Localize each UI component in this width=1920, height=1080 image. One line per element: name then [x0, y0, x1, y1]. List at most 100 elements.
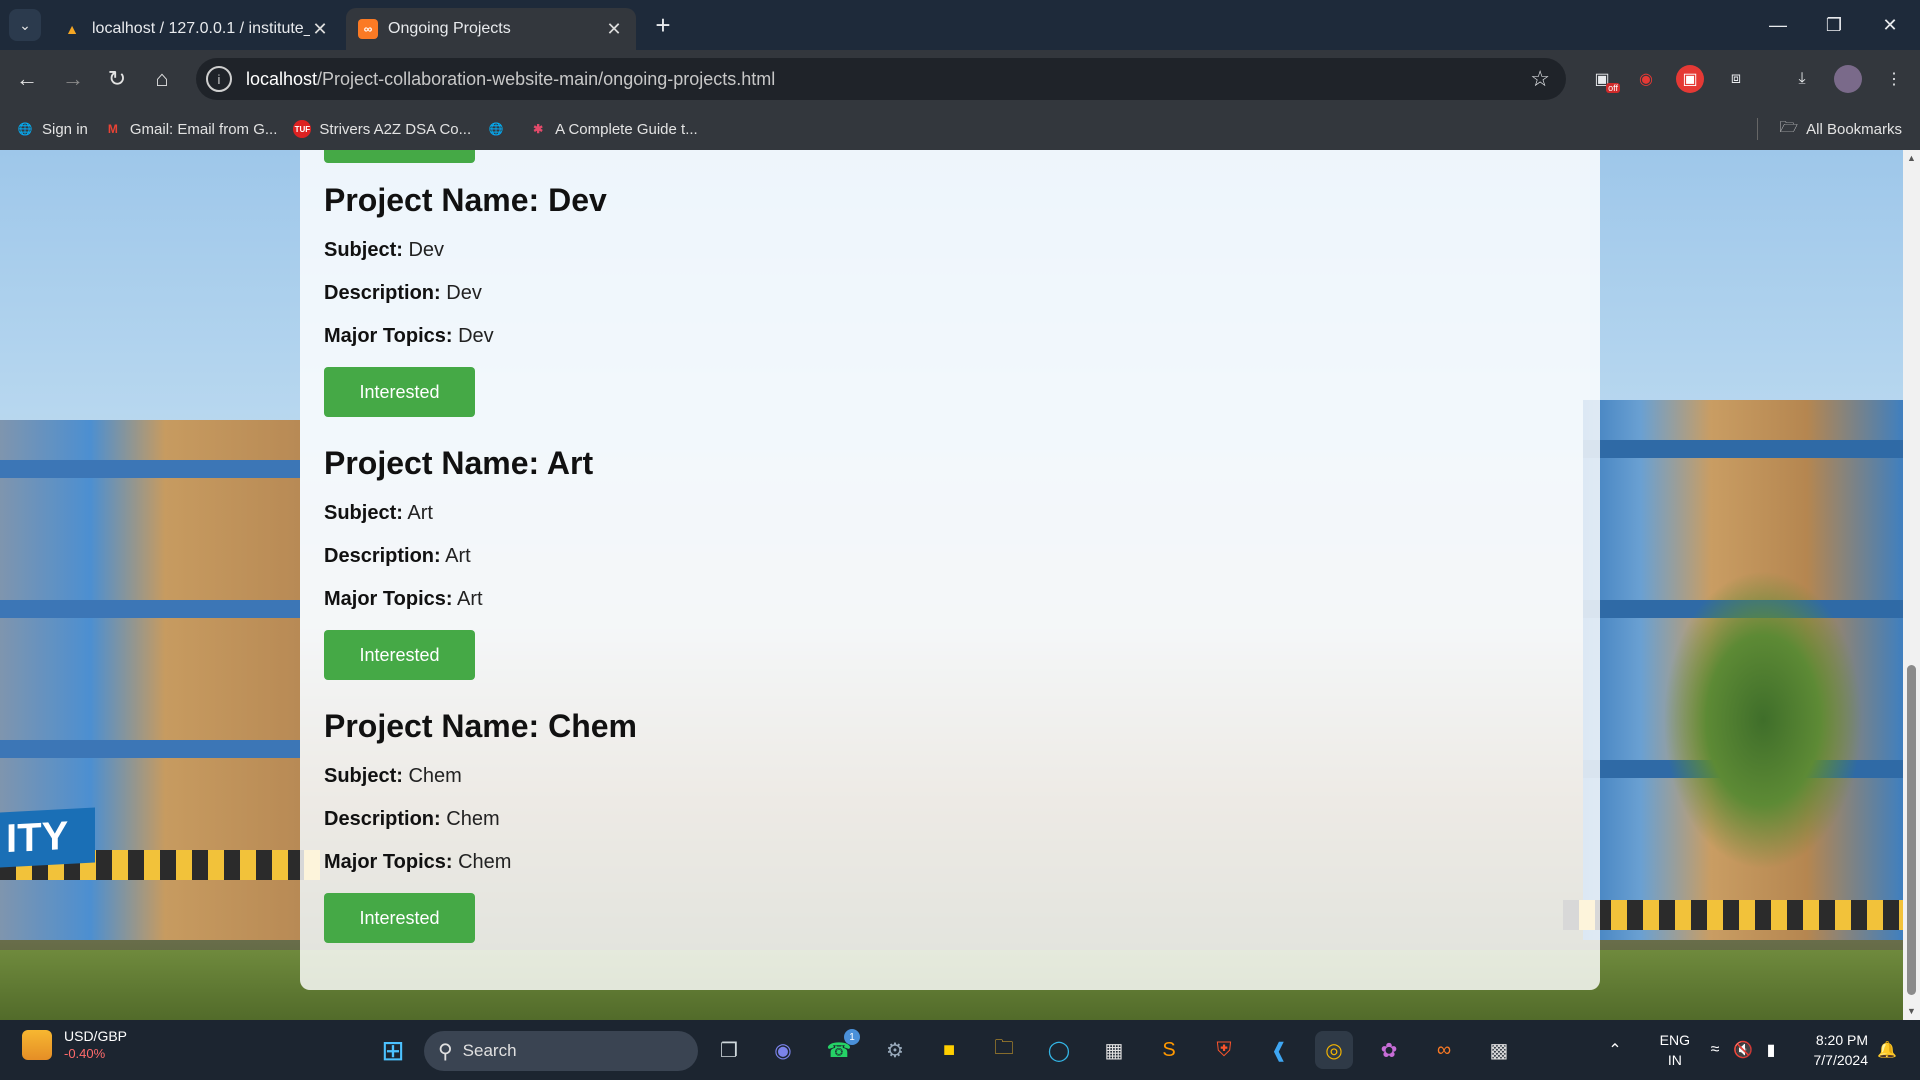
- bookmark-sign-in[interactable]: 🌐 Sign in: [16, 120, 88, 138]
- edge-browser-icon[interactable]: ◯: [1040, 1031, 1078, 1069]
- project-name: Project Name: Chem: [324, 708, 637, 744]
- browser-toolbar: ← → ↻ ⌂ i localhost/Project-collaboratio…: [0, 50, 1920, 108]
- task-view-icon[interactable]: ❐: [710, 1031, 748, 1069]
- page-scrollbar[interactable]: ▲ ▼: [1903, 150, 1920, 1020]
- extension-off-icon[interactable]: off ▣: [1588, 65, 1620, 93]
- notification-badge: 1: [844, 1029, 860, 1045]
- windows-start-icon[interactable]: ⊞: [374, 1031, 412, 1069]
- interested-button[interactable]: Interested: [324, 367, 475, 417]
- extensions-puzzle-icon[interactable]: ⧈: [1722, 65, 1750, 93]
- search-label: Search: [462, 1041, 517, 1060]
- whatsapp-icon[interactable]: ☎ 1: [820, 1029, 860, 1069]
- sublime-text-icon[interactable]: S: [1150, 1031, 1188, 1069]
- bookmark-label: Sign in: [42, 120, 88, 138]
- bookmarks-divider: [1757, 118, 1758, 140]
- stock-ticker-widget[interactable]: USD/GBP -0.40%: [22, 1028, 127, 1061]
- project-major-topics: Major Topics: Art: [324, 588, 483, 610]
- minimize-button[interactable]: —: [1750, 0, 1806, 50]
- forward-arrow-icon[interactable]: →: [58, 64, 88, 94]
- bookmark-strivers[interactable]: TUF Strivers A2Z DSA Co...: [293, 120, 471, 138]
- gmail-icon: M: [107, 122, 118, 136]
- project-card: Project Name: Chem Subject: Chem Descrip…: [324, 706, 637, 943]
- copilot-icon[interactable]: ✿: [1370, 1031, 1408, 1069]
- scroll-down-arrow-icon[interactable]: ▼: [1903, 1003, 1920, 1020]
- project-description: Description: Art: [324, 545, 471, 567]
- sticky-notes-icon[interactable]: ■: [930, 1031, 968, 1069]
- volume-muted-icon[interactable]: 🔇: [1728, 1031, 1758, 1069]
- project-description: Description: Chem: [324, 808, 500, 830]
- vscode-icon[interactable]: ❰: [1260, 1031, 1298, 1069]
- close-icon[interactable]: ✕: [310, 19, 330, 40]
- globe-icon: 🌐: [488, 122, 504, 136]
- restore-button[interactable]: ❐: [1806, 0, 1862, 50]
- all-bookmarks-button[interactable]: 🗁 All Bookmarks: [1780, 117, 1902, 142]
- notification-bell-icon[interactable]: 🔔: [1872, 1031, 1902, 1069]
- browser-tab-bar: ⌄ ▲ localhost / 127.0.0.1 / institute_ ✕…: [0, 0, 1920, 50]
- bookmark-label: Gmail: Email from G...: [129, 120, 278, 138]
- project-subject: Subject: Art: [324, 502, 433, 524]
- reload-icon[interactable]: ↻: [102, 64, 132, 94]
- project-subject: Subject: Dev: [324, 239, 445, 261]
- interested-button[interactable]: Interested: [324, 893, 475, 943]
- currency-icon: [22, 1029, 52, 1060]
- tab-phpmyadmin[interactable]: ▲ localhost / 127.0.0.1 / institute_ ✕: [50, 8, 342, 50]
- home-icon[interactable]: ⌂: [147, 64, 177, 94]
- tab-title: Ongoing Projects: [388, 20, 511, 37]
- bookmark-label: A Complete Guide t...: [555, 120, 698, 138]
- chrome-browser-icon[interactable]: ◎: [1315, 1031, 1353, 1069]
- taskbar-search[interactable]: ⚲ Search: [424, 1031, 698, 1071]
- project-major-topics: Major Topics: Dev: [324, 325, 494, 347]
- bookmark-gmail[interactable]: M Gmail: Email from G...: [104, 120, 278, 138]
- folder-icon: 🗁: [1779, 118, 1799, 136]
- teams-chat-icon[interactable]: ◉: [764, 1031, 802, 1069]
- language-indicator[interactable]: ENG IN: [1660, 1030, 1690, 1070]
- adblock-icon[interactable]: ◉: [1632, 65, 1660, 93]
- close-icon[interactable]: ✕: [604, 19, 624, 40]
- back-arrow-icon[interactable]: ←: [12, 64, 42, 94]
- battery-icon[interactable]: ▮: [1756, 1031, 1786, 1069]
- project-subject: Subject: Chem: [324, 765, 462, 787]
- scrollbar-thumb[interactable]: [1907, 665, 1916, 995]
- bookmark-star-icon[interactable]: ☆: [1530, 66, 1550, 92]
- globe-icon: 🌐: [17, 122, 33, 136]
- bookmark-globe[interactable]: 🌐: [487, 120, 513, 138]
- windows-taskbar: USD/GBP -0.40% ⊞ ⚲ Search ❐ ◉ ☎ 1 ⚙ ■ 🗀 …: [0, 1020, 1920, 1080]
- extension-red-icon[interactable]: ▣: [1676, 65, 1704, 93]
- project-card: Project Name: Art Subject: Art Descripti…: [324, 443, 593, 680]
- project-name: Project Name: Dev: [324, 182, 607, 218]
- show-hidden-icons-chevron-icon[interactable]: ⌃: [1600, 1031, 1630, 1069]
- close-window-button[interactable]: ✕: [1862, 0, 1918, 50]
- brave-browser-icon[interactable]: ⛨: [1205, 1031, 1243, 1069]
- menu-kebab-icon[interactable]: ⋮: [1880, 65, 1908, 93]
- microsoft-store-icon[interactable]: ▦: [1095, 1031, 1133, 1069]
- bookmark-complete-guide[interactable]: ✱ A Complete Guide t...: [529, 120, 698, 138]
- bookmark-label: Strivers A2Z DSA Co...: [319, 120, 472, 138]
- phpmyadmin-icon: ▲: [65, 21, 79, 37]
- chevron-down-icon: ⌄: [19, 16, 31, 33]
- settings-gear-icon[interactable]: ⚙: [876, 1031, 914, 1069]
- projects-container: Interested Project Name: Dev Subject: De…: [300, 150, 1600, 990]
- wifi-icon[interactable]: ≈: [1700, 1031, 1730, 1069]
- tab-title: localhost / 127.0.0.1 / institute_: [92, 20, 310, 37]
- interested-button[interactable]: Interested: [324, 630, 475, 680]
- scroll-up-arrow-icon[interactable]: ▲: [1903, 150, 1920, 167]
- terminal-icon[interactable]: ▩: [1480, 1031, 1518, 1069]
- new-tab-button[interactable]: +: [648, 10, 678, 40]
- url-text[interactable]: localhost/Project-collaboration-website-…: [246, 69, 775, 90]
- interested-button[interactable]: Interested: [324, 150, 475, 163]
- profile-avatar[interactable]: [1834, 65, 1862, 93]
- system-clock[interactable]: 8:20 PM 7/7/2024: [1814, 1030, 1869, 1070]
- ticker-change: -0.40%: [64, 1046, 106, 1061]
- address-bar[interactable]: i localhost/Project-collaboration-websit…: [196, 58, 1566, 100]
- download-icon[interactable]: ⤓: [1788, 65, 1816, 93]
- tuf-icon: TUF: [293, 120, 312, 138]
- tab-search-button[interactable]: ⌄: [9, 9, 41, 41]
- xampp-icon: ∞: [358, 19, 378, 39]
- site-info-icon[interactable]: i: [206, 66, 232, 92]
- project-description: Description: Dev: [324, 282, 482, 304]
- tab-ongoing-projects[interactable]: ∞ Ongoing Projects ✕: [346, 8, 636, 50]
- asterisk-icon: ✱: [533, 122, 544, 136]
- search-icon: ⚲: [438, 1040, 453, 1063]
- file-explorer-icon[interactable]: 🗀: [985, 1031, 1023, 1069]
- xampp-icon[interactable]: ∞: [1425, 1031, 1463, 1069]
